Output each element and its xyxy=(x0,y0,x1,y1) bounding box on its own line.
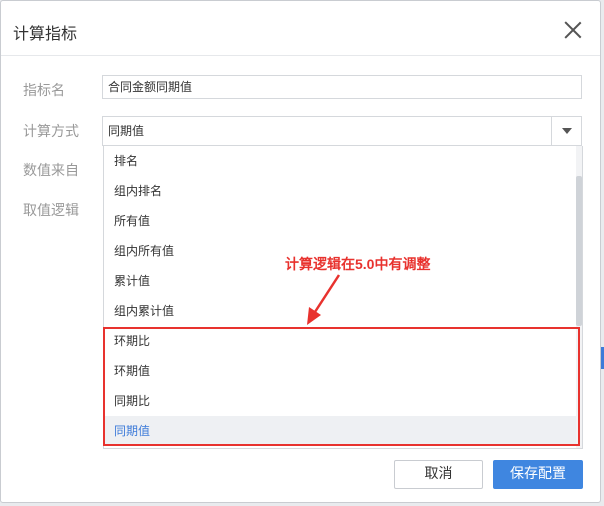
dropdown-option-group-rank[interactable]: 组内排名 xyxy=(104,176,576,206)
chevron-down-icon[interactable] xyxy=(551,117,581,145)
annotation-arrow-icon xyxy=(307,274,341,325)
scrollbar-thumb[interactable] xyxy=(576,176,582,326)
logic-label: 取值逻辑 xyxy=(23,203,79,219)
dropdown-scrollbar[interactable] xyxy=(576,146,582,448)
dropdown-option-yoy-value[interactable]: 同期值 xyxy=(104,416,576,446)
calc-method-label: 计算方式 xyxy=(23,124,79,140)
close-icon[interactable] xyxy=(564,21,582,39)
dropdown-option-mom-value[interactable]: 环期值 xyxy=(104,356,576,386)
dropdown-option-all-values[interactable]: 所有值 xyxy=(104,206,576,236)
cancel-button[interactable]: 取消 xyxy=(394,460,483,489)
dialog-title: 计算指标 xyxy=(13,24,78,43)
dropdown-option-yoy-ratio[interactable]: 同期比 xyxy=(104,386,576,416)
calc-method-select[interactable]: 同期值 xyxy=(102,116,582,146)
dialog-header: 计算指标 xyxy=(1,1,600,56)
dropdown-option-rank[interactable]: 排名 xyxy=(104,146,576,176)
name-field[interactable]: 合同金额同期值 xyxy=(102,75,582,99)
source-label: 数值来自 xyxy=(23,163,79,179)
name-label: 指标名 xyxy=(23,83,65,99)
calc-metric-dialog: 计算指标 指标名 合同金额同期值 计算方式 同期值 数值来自 取值逻辑 排名 组… xyxy=(0,0,601,503)
save-config-button[interactable]: 保存配置 xyxy=(493,460,583,489)
calc-method-value: 同期值 xyxy=(108,124,145,138)
